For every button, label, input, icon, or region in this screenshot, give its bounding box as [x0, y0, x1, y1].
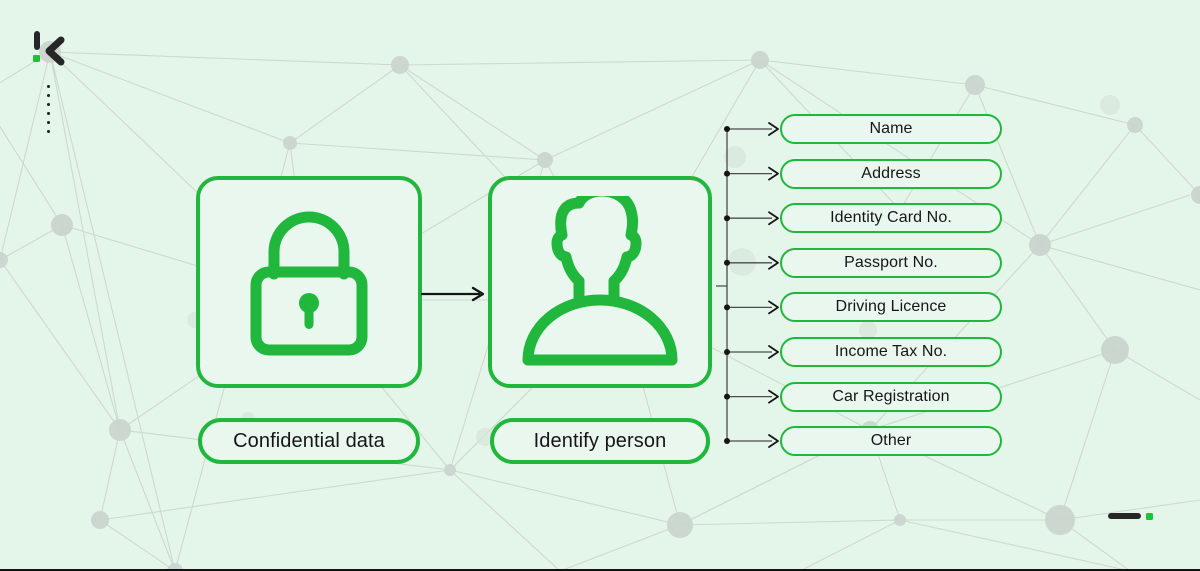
attribute-pill-address[interactable]: Address [780, 158, 1002, 189]
attribute-label: Address [861, 164, 921, 182]
attribute-label: Name [869, 120, 913, 137]
attribute-pill-other[interactable]: Other [780, 426, 1002, 457]
dotted-rail [47, 85, 51, 133]
attribute-branch-connectors [716, 122, 779, 448]
identify-person-caption-label: Identify person [533, 429, 667, 452]
confidential-data-card[interactable] [196, 176, 422, 388]
rail-dot [47, 121, 50, 124]
rail-dot [47, 112, 50, 115]
attribute-pill-income-tax-no[interactable]: Income Tax No. [780, 337, 1002, 367]
flow-arrow-icon [421, 286, 485, 302]
lock-icon [250, 211, 368, 356]
diagram-canvas: Confidential data Identify person Name A… [0, 0, 1200, 571]
attribute-label: Car Registration [832, 387, 950, 405]
rail-dot [47, 94, 50, 97]
rail-dot [47, 85, 50, 88]
attribute-pill-name[interactable]: Name [780, 114, 1002, 144]
brand-logo [33, 31, 65, 66]
attribute-pill-car-registration[interactable]: Car Registration [780, 381, 1002, 412]
attribute-label: Driving Licence [835, 298, 947, 316]
rail-dot [47, 130, 50, 133]
attribute-pill-identity-card-no[interactable]: Identity Card No. [780, 203, 1002, 234]
attribute-pill-driving-licence[interactable]: Driving Licence [780, 292, 1002, 323]
brand-logo-horizontal [1108, 513, 1153, 520]
attribute-label: Passport No. [844, 253, 938, 271]
rail-dot [47, 103, 50, 106]
confidential-data-caption[interactable]: Confidential data [198, 418, 420, 464]
confidential-data-caption-label: Confidential data [233, 429, 385, 452]
attribute-pill-passport-no[interactable]: Passport No. [780, 247, 1002, 278]
attribute-label: Identity Card No. [830, 209, 952, 227]
attribute-label: Income Tax No. [834, 343, 948, 360]
identify-person-card[interactable] [488, 176, 712, 388]
attribute-label: Other [870, 432, 912, 450]
person-icon [522, 196, 678, 366]
identify-person-caption[interactable]: Identify person [490, 418, 710, 464]
